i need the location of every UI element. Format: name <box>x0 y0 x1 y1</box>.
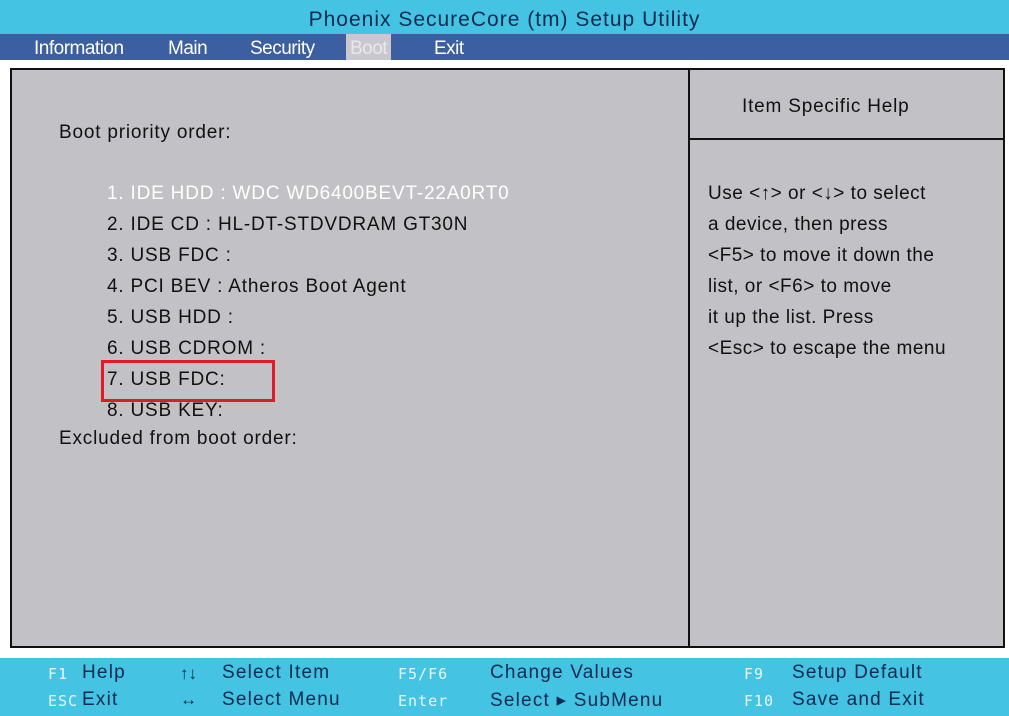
window-title: Phoenix SecureCore (tm) Setup Utility <box>0 0 1009 34</box>
help-text: Use <↑> or <↓> to select a device, then … <box>708 178 998 364</box>
boot-item-3[interactable]: 3. USB FDC : <box>107 240 509 271</box>
highlight-box <box>101 360 275 402</box>
menu-main[interactable]: Main <box>164 34 211 60</box>
save-and-exit-label: Save and Exit <box>792 689 925 710</box>
help-line: <Esc> to escape the menu <box>708 338 947 359</box>
f1-key: F1 <box>48 665 69 683</box>
help-line: it up the list. Press <box>708 307 874 328</box>
footer-keybar: F1 Help ESC Exit ↑↓ Select Item ↔ Select… <box>0 658 1009 716</box>
help-line: <F5> to move it down the <box>708 245 935 266</box>
enter-key: Enter <box>398 692 449 710</box>
boot-panel: Boot priority order: 1. IDE HDD : WDC WD… <box>10 68 1005 648</box>
f1-help-label: Help <box>82 662 126 683</box>
boot-item-2[interactable]: 2. IDE CD : HL-DT-STDVDRAM GT30N <box>107 209 509 240</box>
select-item-label: Select Item <box>222 662 331 683</box>
select-menu-label: Select Menu <box>222 689 341 710</box>
excluded-boot-heading: Excluded from boot order: <box>59 428 298 449</box>
f9-key: F9 <box>744 665 765 683</box>
help-title: Item Specific Help <box>742 96 910 117</box>
f10-key: F10 <box>744 692 775 710</box>
menu-security[interactable]: Security <box>246 34 319 60</box>
menu-boot[interactable]: Boot <box>346 34 392 60</box>
help-line: a device, then press <box>708 214 889 235</box>
panel-divider <box>688 70 690 646</box>
help-line: Use <↑> or <↓> to select <box>708 183 926 204</box>
select-submenu-label: Select ▸ SubMenu <box>490 690 664 711</box>
change-values-label: Change Values <box>490 662 635 683</box>
esc-key: ESC <box>48 692 79 710</box>
menu-bar: Information Main Security Boot Exit <box>0 34 1009 60</box>
setup-default-label: Setup Default <box>792 662 923 683</box>
help-line: list, or <F6> to move <box>708 276 892 297</box>
boot-priority-heading: Boot priority order: <box>59 122 232 143</box>
esc-exit-label: Exit <box>82 689 119 710</box>
boot-item-4[interactable]: 4. PCI BEV : Atheros Boot Agent <box>107 271 509 302</box>
help-header-divider <box>688 138 1003 140</box>
menu-exit[interactable]: Exit <box>430 34 468 60</box>
f5-f6-key: F5/F6 <box>398 665 449 683</box>
menu-information[interactable]: Information <box>30 34 128 60</box>
up-down-arrows-icon: ↑↓ <box>180 664 197 683</box>
left-right-arrow-icon: ↔ <box>180 690 197 709</box>
boot-item-5[interactable]: 5. USB HDD : <box>107 302 509 333</box>
boot-item-1[interactable]: 1. IDE HDD : WDC WD6400BEVT-22A0RT0 <box>107 178 509 209</box>
